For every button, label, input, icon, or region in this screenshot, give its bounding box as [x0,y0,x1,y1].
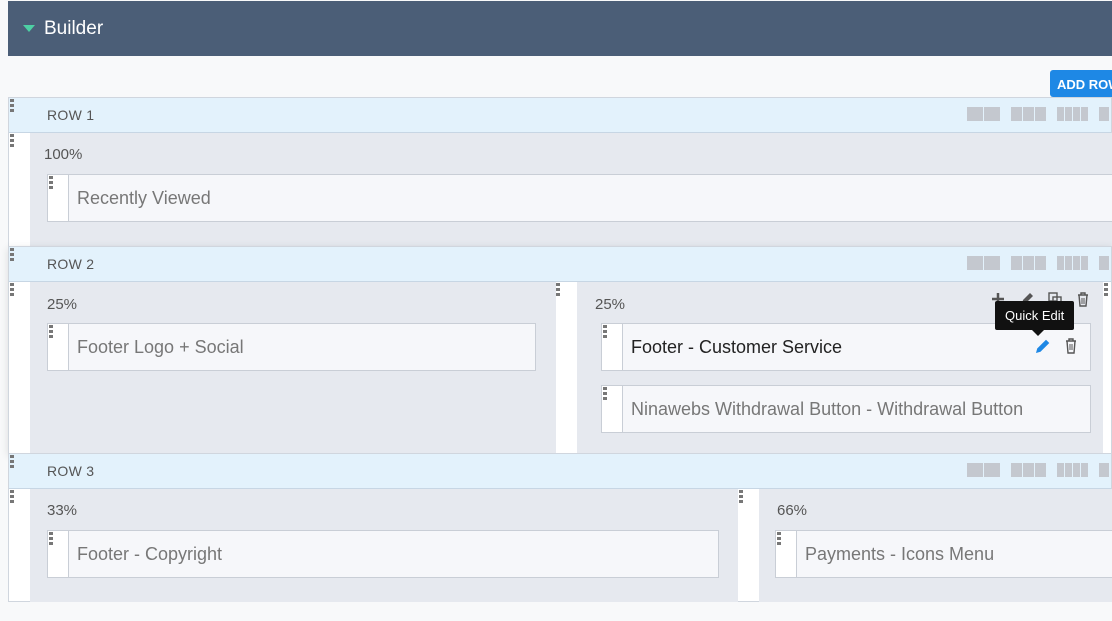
layout-4col-icon[interactable] [1057,463,1088,477]
drag-handle-icon[interactable] [10,248,14,263]
column-width-label: 33% [47,502,78,519]
drag-handle-icon[interactable] [10,455,14,470]
module-ninawebs-withdrawal-button[interactable]: Ninawebs Withdrawal Button - Withdrawal … [601,385,1091,433]
module-name: Recently Viewed [77,187,211,208]
layout-3col-icon[interactable] [1011,256,1046,270]
module-payments-icons-menu[interactable]: Payments - Icons Menu [775,530,1112,578]
module-recently-viewed[interactable]: Recently Viewed [47,174,1112,222]
layout-more-icon[interactable] [1099,256,1109,270]
drag-handle-icon[interactable] [1104,283,1108,298]
row-1: ROW 1 100% Recently Viewed [8,97,1112,247]
layout-4col-icon[interactable] [1057,107,1088,121]
column-25-a: 25% Footer Logo + Social [30,282,556,454]
quick-edit-tooltip: Quick Edit [995,301,1075,336]
add-row-button[interactable]: ADD ROW [1050,70,1112,97]
drag-handle-icon[interactable] [49,325,53,340]
drag-handle-icon[interactable] [49,176,53,191]
panel-title: Builder [44,17,104,39]
column-66: 66% Payments - Icons Menu [759,489,1112,602]
row-label: ROW 3 [47,463,95,479]
column-width-label: 66% [777,502,808,519]
row-header[interactable]: ROW 2 [9,247,1111,282]
layout-more-icon[interactable] [1099,107,1109,121]
trash-icon[interactable] [1064,338,1078,354]
module-name: Footer Logo + Social [77,336,244,357]
layout-2col-icon[interactable] [967,107,1000,121]
row-layout-options[interactable] [967,107,1112,121]
drag-handle-icon[interactable] [10,490,14,505]
row-3: ROW 3 33% Footer - Copyright 66% Payment… [8,453,1112,602]
layout-4col-icon[interactable] [1057,256,1088,270]
drag-handle-icon[interactable] [739,490,743,505]
row-label: ROW 1 [47,107,95,123]
module-name: Ninawebs Withdrawal Button - Withdrawal … [631,398,1024,419]
module-name: Footer - Copyright [77,543,223,564]
column-33: 33% Footer - Copyright [30,489,738,602]
row-header[interactable]: ROW 1 [9,98,1111,133]
layout-2col-icon[interactable] [967,463,1000,477]
drag-handle-icon[interactable] [10,283,14,298]
drag-handle-icon[interactable] [603,325,607,340]
column-width-label: 100% [44,146,83,163]
layout-3col-icon[interactable] [1011,463,1046,477]
module-name: Payments - Icons Menu [805,543,995,564]
drag-handle-icon[interactable] [10,99,14,114]
row-layout-options[interactable] [967,463,1112,477]
drag-handle-icon[interactable] [603,387,607,402]
layout-3col-icon[interactable] [1011,107,1046,121]
row-2: ROW 2 25% Footer Logo + Social 25% Foote… [8,246,1112,454]
module-footer-logo-social[interactable]: Footer Logo + Social [47,323,536,371]
layout-2col-icon[interactable] [967,256,1000,270]
trash-icon[interactable] [1076,292,1090,307]
row-layout-options[interactable] [967,256,1112,270]
builder-panel-header[interactable]: Builder [8,1,1112,56]
module-footer-customer-service[interactable]: Footer - Customer Service [601,323,1091,371]
layout-more-icon[interactable] [1099,463,1109,477]
pencil-icon[interactable] [1034,338,1051,355]
drag-handle-icon[interactable] [10,134,14,149]
caret-down-icon[interactable] [23,25,35,32]
row-label: ROW 2 [47,256,95,272]
drag-handle-icon[interactable] [49,532,53,547]
module-name: Footer - Customer Service [631,336,843,357]
module-footer-copyright[interactable]: Footer - Copyright [47,530,719,578]
column-width-label: 25% [47,296,78,313]
column-100: 100% Recently Viewed [30,133,1112,246]
row-header[interactable]: ROW 3 [9,454,1111,489]
drag-handle-icon[interactable] [777,532,781,547]
column-width-label: 25% [595,296,626,313]
drag-handle-icon[interactable] [556,283,560,298]
